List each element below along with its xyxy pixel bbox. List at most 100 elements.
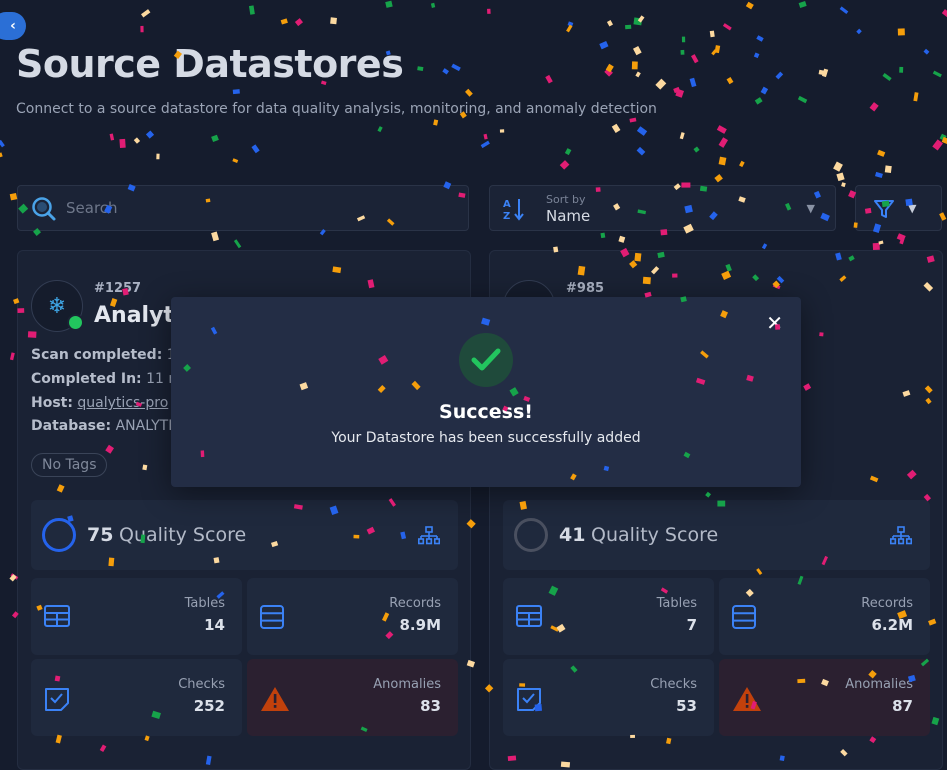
confetti-piece bbox=[856, 28, 862, 35]
confetti-piece bbox=[631, 61, 638, 70]
confetti-piece bbox=[330, 17, 337, 25]
tables-stat[interactable]: Tables 14 bbox=[31, 578, 242, 655]
confetti-piece bbox=[232, 89, 240, 95]
host: Host: qualytics-pro bbox=[31, 395, 168, 411]
confetti-piece bbox=[629, 117, 637, 123]
confetti-piece bbox=[211, 134, 219, 143]
datastore-name[interactable]: Analyti bbox=[94, 303, 181, 328]
confetti-piece bbox=[564, 148, 572, 156]
confetti-piece bbox=[797, 95, 808, 104]
confetti-piece bbox=[655, 78, 667, 90]
records-stat[interactable]: Records 6.2M bbox=[719, 578, 930, 655]
anomalies-stat[interactable]: Anomalies 83 bbox=[247, 659, 458, 736]
snowflake-icon: ❄ bbox=[31, 280, 84, 332]
page-subtitle: Connect to a source datastore for data q… bbox=[16, 101, 657, 117]
tables-stat[interactable]: Tables 7 bbox=[503, 578, 714, 655]
svg-text:A: A bbox=[503, 199, 511, 210]
confetti-piece bbox=[606, 20, 614, 27]
records-value: 8.9M bbox=[399, 616, 442, 634]
records-icon bbox=[732, 605, 756, 629]
hierarchy-icon[interactable] bbox=[890, 526, 912, 546]
warning-icon bbox=[733, 687, 761, 711]
confetti-piece bbox=[635, 71, 641, 78]
checks-value: 53 bbox=[676, 697, 697, 715]
back-button[interactable]: ‹ bbox=[0, 12, 26, 40]
search-box[interactable] bbox=[17, 185, 469, 231]
records-label: Records bbox=[389, 596, 441, 611]
confetti-piece bbox=[899, 66, 904, 73]
anomalies-label: Anomalies bbox=[373, 677, 441, 692]
tables-value: 14 bbox=[204, 616, 225, 634]
anomalies-label: Anomalies bbox=[845, 677, 913, 692]
database: Database: ANALYTI bbox=[31, 418, 172, 434]
confetti-piece bbox=[882, 73, 892, 82]
confetti-piece bbox=[465, 88, 473, 97]
hierarchy-icon[interactable] bbox=[418, 526, 440, 546]
records-stat[interactable]: Records 8.9M bbox=[247, 578, 458, 655]
table-icon bbox=[516, 605, 542, 627]
checks-label: Checks bbox=[650, 677, 697, 692]
checks-icon bbox=[45, 688, 69, 711]
confetti-piece bbox=[145, 130, 155, 139]
confetti-piece bbox=[913, 92, 919, 102]
confetti-piece bbox=[798, 0, 807, 8]
confetti-piece bbox=[754, 97, 763, 105]
success-dialog: ✕ Success! Your Datastore has been succe… bbox=[171, 297, 801, 487]
confetti-piece bbox=[604, 67, 613, 77]
confetti-piece bbox=[821, 68, 829, 78]
records-icon bbox=[260, 605, 284, 629]
confetti-piece bbox=[693, 146, 700, 153]
confetti-piece bbox=[232, 158, 239, 163]
confetti-piece bbox=[248, 5, 255, 15]
source-datastores-page: ‹ Source Datastores Connect to a source … bbox=[0, 0, 947, 770]
confetti-piece bbox=[9, 574, 17, 582]
confetti-piece bbox=[566, 24, 573, 33]
quality-score-panel[interactable]: 75 Quality Score bbox=[31, 500, 458, 570]
quality-score-panel[interactable]: 41 Quality Score bbox=[503, 500, 930, 570]
host-link[interactable]: qualytics-pro bbox=[77, 395, 168, 411]
anomalies-stat[interactable]: Anomalies 87 bbox=[719, 659, 930, 736]
confetti-piece bbox=[567, 21, 574, 27]
records-value: 6.2M bbox=[871, 616, 914, 634]
anomalies-value: 83 bbox=[420, 697, 441, 715]
confetti-piece bbox=[718, 156, 727, 166]
confetti-piece bbox=[377, 126, 383, 133]
confetti-piece bbox=[451, 63, 461, 72]
tables-value: 7 bbox=[686, 616, 697, 634]
search-icon bbox=[32, 197, 56, 221]
confetti-piece bbox=[294, 18, 303, 27]
confetti-piece bbox=[941, 9, 947, 19]
checks-stat[interactable]: Checks 252 bbox=[31, 659, 242, 736]
scan-label: Scan completed: bbox=[31, 347, 163, 363]
tables-label: Tables bbox=[656, 596, 697, 611]
confetti-piece bbox=[0, 139, 5, 148]
quality-score-value: 41 bbox=[559, 524, 586, 546]
confetti-piece bbox=[897, 28, 905, 36]
confetti-piece bbox=[633, 17, 643, 26]
confetti-piece bbox=[718, 137, 728, 148]
confetti-piece bbox=[753, 52, 760, 59]
search-input[interactable] bbox=[64, 198, 448, 218]
quality-score-ring bbox=[42, 518, 76, 552]
checks-stat[interactable]: Checks 53 bbox=[503, 659, 714, 736]
tag-chip[interactable]: No Tags bbox=[31, 453, 108, 477]
confetti-piece bbox=[932, 139, 943, 151]
confetti-piece bbox=[941, 136, 947, 145]
anomalies-value: 87 bbox=[892, 697, 913, 715]
confetti-piece bbox=[211, 231, 220, 242]
close-icon[interactable]: ✕ bbox=[766, 311, 783, 335]
confetti-piece bbox=[775, 71, 784, 80]
confetti-piece bbox=[818, 69, 828, 76]
checks-value: 252 bbox=[193, 697, 225, 715]
host-label: Host: bbox=[31, 395, 73, 411]
sort-select[interactable]: A Z Sort by Name ▼ bbox=[489, 185, 836, 231]
confetti-piece bbox=[0, 152, 3, 158]
confetti-piece bbox=[133, 137, 141, 144]
warning-icon bbox=[261, 687, 289, 711]
sort-az-icon: A Z bbox=[503, 199, 524, 222]
quality-score-label: Quality Score bbox=[591, 524, 719, 546]
confetti-piece bbox=[878, 240, 884, 245]
confetti-piece bbox=[939, 133, 947, 141]
confetti-piece bbox=[869, 102, 879, 112]
filter-button[interactable]: ▼ bbox=[855, 185, 942, 231]
